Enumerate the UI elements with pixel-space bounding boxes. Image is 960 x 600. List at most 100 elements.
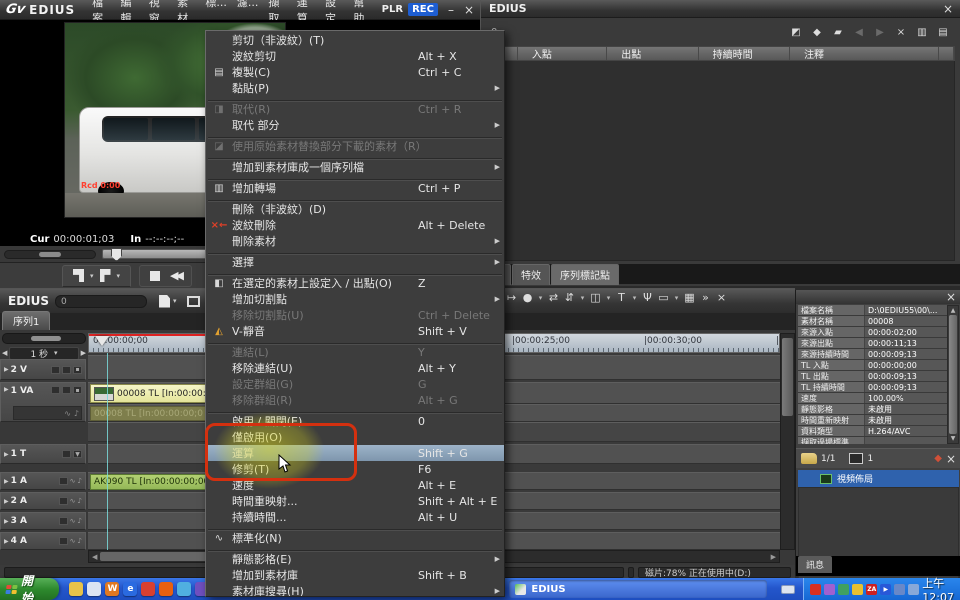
- waveform-icon[interactable]: ∿: [70, 497, 76, 505]
- track-header-4a[interactable]: ▶4 A ∿♪: [0, 532, 86, 550]
- export-frame-icon[interactable]: ▭: [657, 291, 670, 304]
- antivirus-tray-icon[interactable]: ZA: [866, 584, 877, 595]
- rec-button[interactable]: REC: [408, 3, 438, 16]
- menu-item-3[interactable]: 黏貼(P)▶: [206, 80, 504, 96]
- chrome-icon[interactable]: [141, 582, 155, 596]
- position-handle[interactable]: [111, 248, 122, 261]
- marker-close-button[interactable]: ×: [943, 3, 953, 15]
- track-patch-icon[interactable]: ▪: [73, 386, 82, 394]
- menu-item-38[interactable]: ∿標準化(N): [206, 530, 504, 546]
- edius-task-button[interactable]: EDIUS: [509, 580, 766, 598]
- update-tray-icon[interactable]: [838, 584, 849, 595]
- track-expand-icon[interactable]: ▶: [4, 538, 9, 545]
- waveform-icon[interactable]: ∿: [70, 517, 76, 525]
- menu-item-33[interactable]: 修剪(T)F6: [206, 461, 504, 477]
- menu-item-30[interactable]: 啟用 / 關閉(E)0: [206, 413, 504, 429]
- menu-item-15[interactable]: ×←波紋刪除Alt + Delete: [206, 217, 504, 233]
- close-toolbar-icon[interactable]: ×: [715, 291, 728, 304]
- waveform-icon[interactable]: ∿: [70, 537, 76, 545]
- scale-selector[interactable]: 1 秒▾: [9, 347, 78, 360]
- menu-item-31[interactable]: 僅啟用(O): [206, 429, 504, 445]
- menu-item-14[interactable]: 刪除（非波紋）(D): [206, 201, 504, 217]
- column-header-1[interactable]: 出點: [607, 47, 698, 60]
- bin-tab-1[interactable]: 特效: [512, 264, 550, 285]
- track-lock-icon[interactable]: [62, 450, 71, 458]
- mixer-icon[interactable]: ▦: [683, 291, 696, 304]
- dropdown-caret-icon[interactable]: ▾: [579, 294, 586, 302]
- insert-mode-icon[interactable]: ↦: [505, 291, 518, 304]
- menu-item-0[interactable]: 剪切（非波紋）(T): [206, 32, 504, 48]
- marker-list-icon[interactable]: ▤: [935, 25, 951, 39]
- dropdown-caret-icon[interactable]: ▾: [673, 294, 680, 302]
- clip-marker-icon[interactable]: ▰: [830, 25, 846, 39]
- transition-icon[interactable]: ◫: [589, 291, 602, 304]
- overwrite-mode-icon[interactable]: ●: [521, 291, 534, 304]
- title-tool-icon[interactable]: T: [615, 291, 628, 304]
- close-button[interactable]: ×: [464, 4, 474, 16]
- mail-icon[interactable]: [177, 582, 191, 596]
- track-lock-icon[interactable]: [51, 366, 60, 374]
- zoom-slider-thumb[interactable]: [31, 336, 61, 341]
- speaker-icon[interactable]: ♪: [78, 497, 82, 505]
- network-tray-icon[interactable]: [894, 584, 905, 595]
- track-header-2v[interactable]: ▶2 V ▪: [0, 359, 86, 380]
- plr-button[interactable]: PLR: [379, 3, 406, 16]
- menu-item-42[interactable]: 素材庫搜尋(H)▶: [206, 583, 504, 597]
- track-filter-icon[interactable]: ▼: [73, 450, 82, 458]
- menu-item-6[interactable]: 取代 部分▶: [206, 117, 504, 133]
- messenger-tray-icon[interactable]: [824, 584, 835, 595]
- start-button[interactable]: 開始: [0, 578, 59, 600]
- ie-icon[interactable]: e: [123, 582, 137, 596]
- track-expand-icon[interactable]: ▶: [4, 518, 9, 525]
- new-sequence-icon[interactable]: [159, 295, 170, 308]
- track-header-3a[interactable]: ▶3 A ∿♪: [0, 512, 86, 530]
- menu-item-26[interactable]: 移除連結(U)Alt + Y: [206, 360, 504, 376]
- delete-effect-button[interactable]: ×: [946, 453, 956, 465]
- menu-item-35[interactable]: 時間重映射...Shift + Alt + E: [206, 493, 504, 509]
- stop-button[interactable]: [150, 271, 160, 281]
- menu-item-21[interactable]: 增加切割點▶: [206, 291, 504, 307]
- scroll-up-icon[interactable]: ▲: [951, 307, 956, 314]
- effect-item-selected[interactable]: 視頻佈局: [798, 470, 959, 487]
- firefox-icon[interactable]: [159, 582, 173, 596]
- bin-tab-2[interactable]: 序列標記點: [551, 264, 619, 285]
- layout-icon[interactable]: [849, 453, 863, 464]
- track-expand-icon[interactable]: ▶: [4, 451, 9, 458]
- vscroll-thumb[interactable]: [782, 338, 793, 416]
- menu-item-36[interactable]: 持續時間...Alt + U: [206, 509, 504, 525]
- menu-item-20[interactable]: ◧在選定的素材上設定入 / 出點(O)Z: [206, 275, 504, 291]
- va-audio-subtrack-header[interactable]: ∿♪: [13, 406, 82, 420]
- scale-prev-icon[interactable]: ◀: [2, 349, 7, 357]
- import-marker-icon[interactable]: ▥: [914, 25, 930, 39]
- dropdown-caret-icon[interactable]: ▾: [605, 294, 612, 302]
- minimize-button[interactable]: –: [448, 4, 454, 16]
- speaker-icon[interactable]: ♪: [78, 477, 82, 485]
- tab-message[interactable]: 訊息: [798, 556, 832, 573]
- track-lock-icon[interactable]: [51, 386, 60, 394]
- menu-item-1[interactable]: 波紋剪切Alt + X: [206, 48, 504, 64]
- sync-mode-icon[interactable]: ⇵: [563, 291, 576, 304]
- menu-item-32[interactable]: 運算Shift + G: [206, 445, 504, 461]
- shuttle-slider[interactable]: [4, 250, 96, 259]
- document-icon[interactable]: [87, 582, 101, 596]
- track-mute-icon[interactable]: [62, 386, 71, 394]
- player-tray-icon[interactable]: ▶: [880, 584, 891, 595]
- track-lock-icon[interactable]: [59, 477, 68, 485]
- set-marker-icon[interactable]: ◩: [788, 25, 804, 39]
- track-header-1a[interactable]: ▶1 A ∿♪: [0, 472, 86, 490]
- track-patch-icon[interactable]: ▪: [73, 366, 82, 374]
- sequence-tab[interactable]: 序列1: [2, 311, 50, 330]
- export-icon[interactable]: [187, 296, 200, 307]
- timeline-vscrollbar[interactable]: [780, 333, 795, 550]
- marker-list-area[interactable]: [487, 61, 955, 261]
- new-sequence-caret-icon[interactable]: ▾: [173, 297, 177, 305]
- shuttle-thumb[interactable]: [39, 252, 61, 257]
- scroll-down-icon[interactable]: ▼: [951, 435, 956, 442]
- track-lock-icon[interactable]: [59, 517, 68, 525]
- track-mute-icon[interactable]: [62, 366, 71, 374]
- column-header-0[interactable]: 入點: [518, 47, 607, 60]
- track-header-2a[interactable]: ▶2 A ∿♪: [0, 492, 86, 510]
- menu-item-2[interactable]: ▤複製(C)Ctrl + C: [206, 64, 504, 80]
- flag-tray-icon[interactable]: [810, 584, 821, 595]
- shield-icon[interactable]: ◆: [809, 25, 825, 39]
